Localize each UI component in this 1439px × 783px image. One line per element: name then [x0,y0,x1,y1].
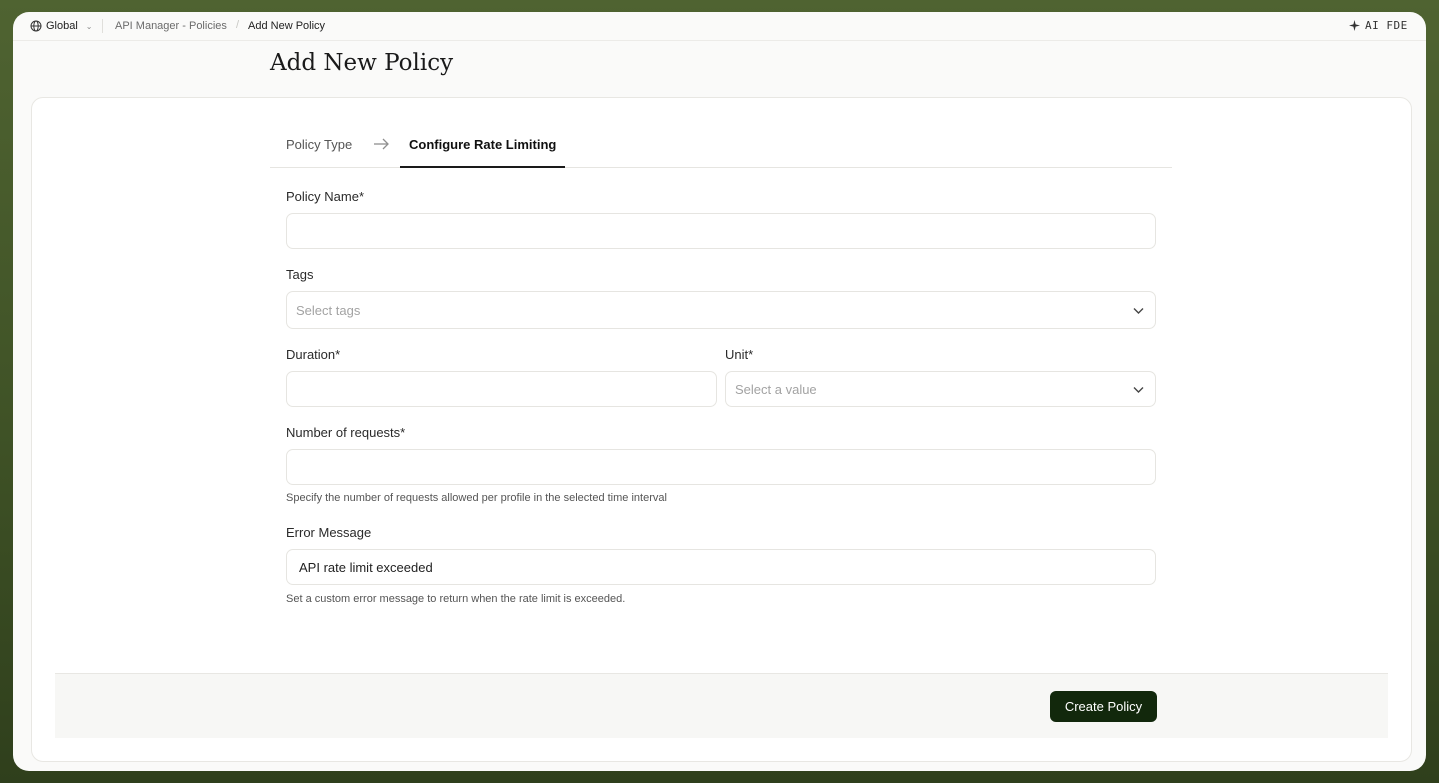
scope-selector[interactable]: Global ⌄ [30,20,93,32]
page-title: Add New Policy [270,50,454,76]
arrow-right-icon [374,138,389,150]
error-message-input[interactable] [286,549,1156,585]
tags-label: Tags [286,267,314,282]
tags-placeholder: Select tags [296,302,361,318]
breadcrumb-parent-link[interactable]: API Manager - Policies [115,20,227,32]
step-tabs: Policy Type Configure Rate Limiting [270,124,1172,168]
num-requests-hint: Specify the number of requests allowed p… [286,492,667,504]
top-bar: Global ⌄ API Manager - Policies / Add Ne… [13,12,1426,41]
ai-assistant-button[interactable]: AI FDE [1349,19,1408,32]
duration-label: Duration* [286,347,341,362]
divider [102,19,103,33]
error-message-label: Error Message [286,525,372,540]
sparkle-icon [1349,20,1360,31]
chevron-down-icon: ⌄ [85,21,93,31]
create-policy-button[interactable]: Create Policy [1050,691,1157,722]
breadcrumb-separator: / [236,19,240,31]
globe-icon [30,20,42,32]
num-requests-input[interactable] [286,449,1156,485]
app-window: Global ⌄ API Manager - Policies / Add Ne… [13,12,1426,771]
tab-configure-rate-limiting[interactable]: Configure Rate Limiting [400,124,566,168]
tab-label: Configure Rate Limiting [409,137,557,152]
ai-button-label: AI FDE [1365,19,1408,32]
form-footer: Create Policy [55,673,1388,738]
form-card: Policy Type Configure Rate Limiting Poli… [31,97,1412,762]
chevron-down-icon [1133,308,1144,314]
unit-label: Unit* [725,347,754,362]
unit-placeholder: Select a value [735,381,817,397]
num-requests-label: Number of requests* [286,425,406,440]
policy-name-label: Policy Name* [286,189,365,204]
tab-policy-type[interactable]: Policy Type [286,137,352,152]
policy-name-input[interactable] [286,213,1156,249]
chevron-down-icon [1133,387,1144,393]
breadcrumb-current: Add New Policy [248,20,326,32]
tags-select[interactable]: Select tags [286,291,1156,329]
scope-label: Global [46,20,78,32]
duration-input[interactable] [286,371,717,407]
unit-select[interactable]: Select a value [725,371,1156,407]
error-message-hint: Set a custom error message to return whe… [286,593,626,605]
